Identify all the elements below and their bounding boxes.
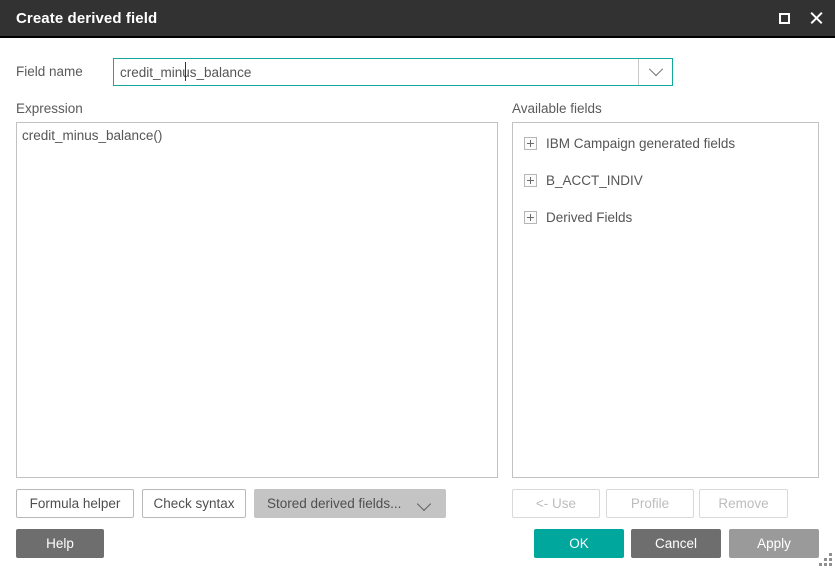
tree-node-label: IBM Campaign generated fields <box>546 135 736 151</box>
check-syntax-button[interactable]: Check syntax <box>142 489 246 518</box>
tree-node-b-acct-indiv[interactable]: B_ACCT_INDIV <box>524 170 818 190</box>
use-button[interactable]: <- Use <box>512 489 600 518</box>
close-button[interactable] <box>807 9 825 27</box>
chevron-down-icon <box>416 496 432 512</box>
available-fields-label: Available fields <box>512 101 602 116</box>
stored-derived-fields-button[interactable]: Stored derived fields... <box>254 489 446 518</box>
field-name-label: Field name <box>16 64 83 79</box>
maximize-icon <box>778 12 790 24</box>
field-name-combo[interactable] <box>113 58 673 86</box>
plus-box-icon[interactable] <box>524 173 537 187</box>
plus-box-icon[interactable] <box>524 210 537 224</box>
tree-node-label: B_ACCT_INDIV <box>546 172 643 188</box>
title-bar: Create derived field <box>0 0 835 38</box>
expression-textarea[interactable] <box>16 122 498 478</box>
field-name-input[interactable] <box>114 59 638 85</box>
field-name-dropdown-button[interactable] <box>638 59 672 85</box>
maximize-button[interactable] <box>775 9 793 27</box>
text-cursor <box>185 62 186 81</box>
window-controls <box>775 0 825 36</box>
plus-box-icon[interactable] <box>524 136 537 150</box>
field-name-row: Field name <box>0 38 835 94</box>
stored-derived-fields-label: Stored derived fields... <box>267 496 402 511</box>
profile-button[interactable]: Profile <box>606 489 694 518</box>
ok-button[interactable]: OK <box>534 529 624 558</box>
tree-node-label: Derived Fields <box>546 209 633 225</box>
expression-label: Expression <box>16 101 83 116</box>
available-fields-tree[interactable]: IBM Campaign generated fields B_ACCT_IND… <box>512 122 819 478</box>
close-icon <box>809 11 823 25</box>
create-derived-field-dialog: Create derived field Field name Expressi… <box>0 0 835 569</box>
formula-helper-button[interactable]: Formula helper <box>16 489 134 518</box>
apply-button[interactable]: Apply <box>729 529 819 558</box>
chevron-down-icon <box>648 62 663 77</box>
window-title: Create derived field <box>16 9 158 27</box>
cancel-button[interactable]: Cancel <box>631 529 721 558</box>
remove-button[interactable]: Remove <box>699 489 788 518</box>
tree-node-derived-fields[interactable]: Derived Fields <box>524 207 818 227</box>
tree-node-ibm-campaign-generated-fields[interactable]: IBM Campaign generated fields <box>524 133 818 153</box>
help-button[interactable]: Help <box>16 529 104 558</box>
resize-grip-icon[interactable] <box>818 552 832 566</box>
